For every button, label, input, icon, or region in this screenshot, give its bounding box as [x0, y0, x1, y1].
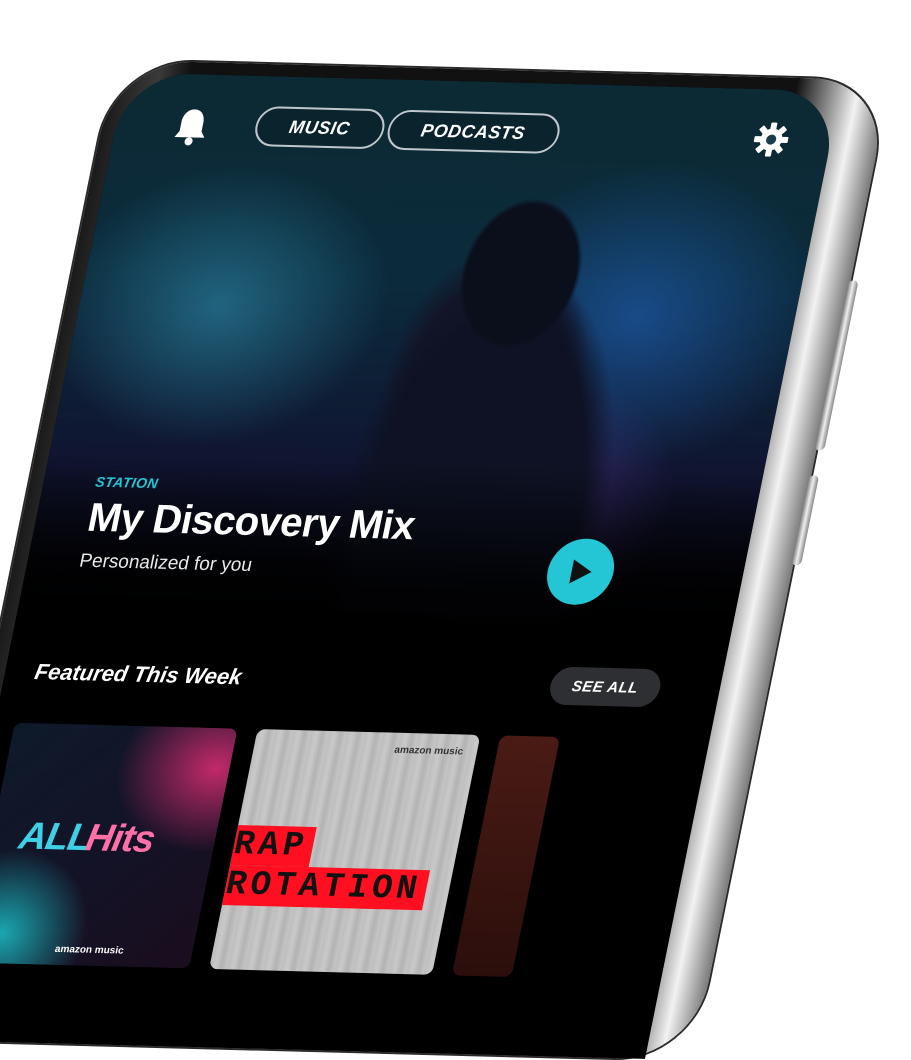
gear-icon[interactable] [747, 119, 795, 160]
card-rap-rotation[interactable]: amazon music RAP ROTATION [209, 729, 481, 975]
section-title: Featured This Week [32, 658, 245, 690]
tab-music[interactable]: MUSIC [251, 106, 388, 150]
card-title: RAP ROTATION [216, 824, 438, 911]
featured-card-row: ALLHits amazon music amazon music RAP RO… [0, 722, 561, 977]
phone-device: MUSIC PODCASTS STATION My Discovery Mix … [0, 60, 892, 1060]
see-all-button[interactable]: SEE ALL [546, 666, 664, 708]
card-title: ALLHits [15, 815, 159, 861]
hero-title[interactable]: My Discovery Mix [84, 496, 419, 550]
bell-icon[interactable] [170, 106, 214, 147]
tab-group: MUSIC PODCASTS [251, 106, 563, 154]
hero-text: STATION My Discovery Mix Personalized fo… [77, 474, 423, 582]
amazon-music-logo: amazon music [393, 744, 465, 758]
play-icon [569, 559, 592, 584]
tab-podcasts[interactable]: PODCASTS [383, 109, 563, 154]
amazon-music-logo: amazon music [53, 943, 125, 957]
card-all-hits[interactable]: ALLHits amazon music [0, 722, 238, 969]
